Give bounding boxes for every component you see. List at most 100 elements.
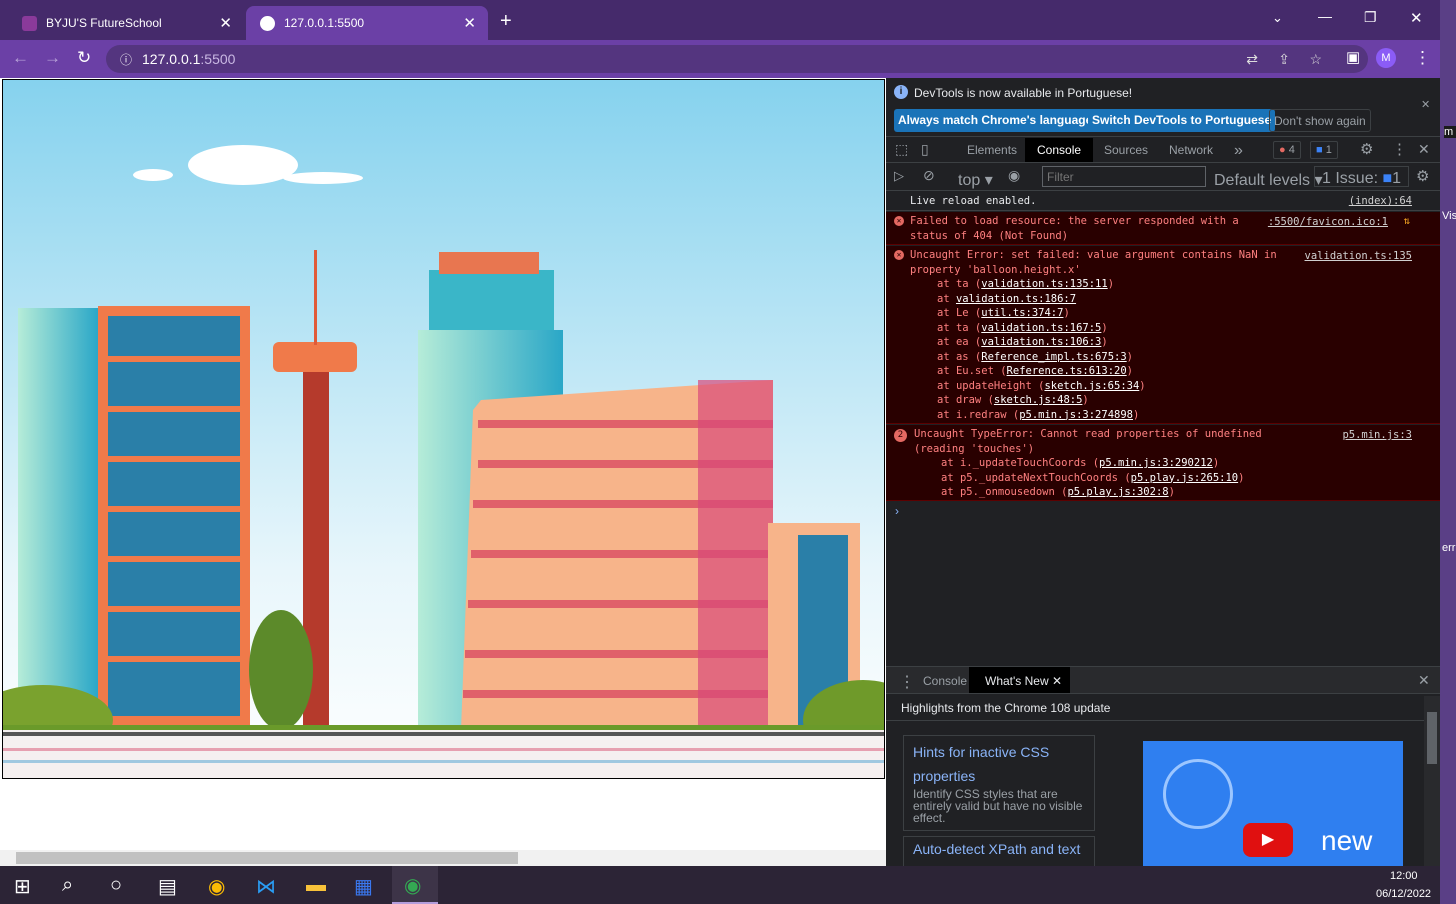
side-panel-icon[interactable]: ▣ (1346, 48, 1360, 66)
live-expression-eye-icon[interactable]: ◉ (1008, 167, 1020, 184)
new-tab-button[interactable]: + (500, 10, 512, 33)
minimize-button[interactable]: — (1318, 8, 1332, 24)
source-link[interactable]: p5.min.js:3 (1342, 428, 1412, 443)
sidebar-toggle-icon[interactable]: ▷ (894, 168, 904, 184)
start-button[interactable]: ⊞ (14, 874, 31, 899)
back-button[interactable]: ← (12, 48, 29, 68)
console-prompt[interactable]: › (895, 504, 899, 518)
more-options-icon[interactable]: ⋮ (1392, 140, 1407, 158)
restore-button[interactable]: ❐ (1364, 9, 1377, 26)
message-count-badge[interactable]: ■ 1 (1310, 141, 1338, 159)
reload-button[interactable]: ↻ (77, 48, 91, 68)
feature-card[interactable]: Hints for inactive CSS properties Identif… (903, 735, 1095, 831)
tab-elements[interactable]: Elements (955, 138, 1029, 162)
switch-portuguese-button[interactable]: Switch DevTools to Portuguese (1088, 109, 1276, 132)
close-tab-icon[interactable]: ✕ (219, 14, 232, 32)
drawer-tab-console[interactable]: Console (923, 674, 967, 688)
error-count: 4 (1288, 144, 1295, 156)
tab-localhost[interactable]: 127.0.0.1:5500 ✕ (246, 6, 488, 40)
stack-frame-link[interactable]: p5.min.js:3:274898 (1019, 409, 1133, 421)
tab-console[interactable]: Console (1025, 138, 1094, 162)
vscode-icon[interactable]: ⋈ (256, 874, 276, 899)
close-devtools-icon[interactable]: ✕ (1418, 141, 1430, 158)
scrollbar-thumb[interactable] (16, 852, 518, 864)
scrollbar-thumb[interactable] (1427, 712, 1437, 764)
more-tabs-icon[interactable]: » (1234, 142, 1243, 160)
stack-frame-link[interactable]: validation.ts:135:11 (981, 278, 1107, 290)
error-count-badge[interactable]: ● 4 (1273, 141, 1301, 159)
message-icon: ■ (1316, 144, 1323, 156)
clear-console-icon[interactable]: ⊘ (923, 167, 935, 184)
menu-icon[interactable]: ⋮ (1414, 48, 1431, 68)
device-toolbar-icon[interactable]: ▯ (921, 141, 929, 158)
stack-frame-link[interactable]: Reference.ts:613:20 (1007, 365, 1127, 377)
close-banner-icon[interactable]: ✕ (1421, 98, 1430, 111)
horizontal-scrollbar[interactable] (0, 850, 886, 866)
share-icon[interactable]: ⇪ (1278, 51, 1290, 68)
chrome-profile-taskbar-button[interactable]: ◉ (392, 866, 438, 904)
bookmark-star-icon[interactable]: ☆ (1309, 51, 1322, 68)
background-window-edge: m Vis err (1440, 0, 1456, 904)
tab-title: 127.0.0.1:5500 (284, 16, 365, 30)
stack-frame-link[interactable]: p5.play.js:265:10 (1131, 472, 1238, 484)
stack-frame-text: ) (1126, 365, 1133, 377)
source-link[interactable]: (index):64 (1349, 194, 1412, 209)
console-settings-icon[interactable]: ⚙ (1416, 167, 1429, 185)
partial-text: Vis (1442, 210, 1456, 222)
chrome-icon[interactable]: ◉ (208, 874, 225, 899)
inspect-element-icon[interactable]: ⬚ (895, 141, 908, 158)
stack-frame-link[interactable]: util.ts:374:7 (981, 307, 1063, 319)
divider (886, 136, 1440, 137)
match-language-button[interactable]: Always match Chrome's language (894, 109, 1097, 132)
close-drawer-icon[interactable]: ✕ (1418, 672, 1430, 689)
source-link[interactable]: :5500/favicon.ico:1 (1268, 215, 1388, 230)
context-select[interactable]: top ▾ (958, 170, 993, 190)
stack-frame-link[interactable]: validation.ts:167:5 (981, 322, 1101, 334)
youtube-play-icon[interactable]: ▶ (1243, 823, 1293, 857)
drawer-tab-whats-new[interactable]: What's New ✕ (969, 667, 1071, 693)
console-filter-input[interactable] (1042, 166, 1206, 187)
source-link[interactable]: validation.ts:135 (1305, 249, 1412, 264)
error-icon: ● (1279, 144, 1286, 156)
log-levels-select[interactable]: Default levels ▾ (1214, 170, 1323, 190)
drawer-menu-icon[interactable]: ⋮ (899, 672, 915, 692)
card-title[interactable]: Hints for inactive CSS properties (913, 740, 1085, 788)
stack-frame-link[interactable]: Reference_impl.ts:675:3 (981, 351, 1126, 363)
feature-card[interactable]: Auto-detect XPath and text (903, 836, 1095, 866)
issues-button[interactable]: 1 Issue: ■1 (1314, 166, 1410, 187)
issues-label: 1 Issue: (1322, 170, 1379, 187)
repeat-count-badge: 2 (894, 429, 907, 442)
stack-frame-link[interactable]: validation.ts:106:3 (981, 336, 1101, 348)
app-icon[interactable]: ▦ (354, 874, 373, 899)
close-window-button[interactable]: ✕ (1410, 9, 1423, 27)
translate-icon[interactable]: ⇄ (1246, 51, 1258, 68)
stack-frame-link[interactable]: p5.min.js:3:290212 (1099, 457, 1213, 469)
stack-frame-link[interactable]: sketch.js:48:5 (994, 394, 1083, 406)
task-view-icon[interactable]: ▤ (158, 874, 177, 899)
context-value: top (958, 172, 981, 189)
dont-show-again-button[interactable]: Don't show again (1269, 109, 1371, 132)
stack-frame-link[interactable]: p5.play.js:302:8 (1067, 486, 1168, 498)
cortana-icon[interactable]: ○ (110, 874, 122, 897)
profile-avatar[interactable]: M (1376, 48, 1396, 68)
tab-byjus[interactable]: BYJU'S FutureSchool ✕ (8, 6, 244, 40)
p5-canvas[interactable] (2, 79, 885, 779)
stack-frame-link[interactable]: sketch.js:65:34 (1044, 380, 1139, 392)
stack-frame-text: at (937, 292, 956, 305)
file-explorer-icon[interactable]: ▬ (306, 874, 326, 897)
stack-frame-text: ) (1101, 321, 1108, 334)
close-tab-icon[interactable]: ✕ (463, 14, 476, 32)
forward-button[interactable]: → (44, 48, 61, 68)
video-thumbnail[interactable]: ▶ new (1143, 741, 1403, 866)
tab-search-icon[interactable]: ⌄ (1272, 10, 1283, 26)
address-bar[interactable]: ⓘ 127.0.0.1:5500 ⇄ ⇪ ☆ (106, 45, 1368, 73)
settings-gear-icon[interactable]: ⚙ (1360, 140, 1373, 158)
drawer-scrollbar[interactable] (1424, 696, 1440, 866)
close-tab-icon[interactable]: ✕ (1052, 674, 1062, 688)
search-icon[interactable]: ⌕ (62, 874, 73, 897)
card-title[interactable]: Auto-detect XPath and text (913, 841, 1085, 857)
stack-frame-link[interactable]: validation.ts:186:7 (956, 293, 1076, 305)
tab-network[interactable]: Network (1157, 138, 1225, 162)
tab-sources[interactable]: Sources (1092, 138, 1160, 162)
whats-new-heading: Highlights from the Chrome 108 update (901, 701, 1111, 715)
